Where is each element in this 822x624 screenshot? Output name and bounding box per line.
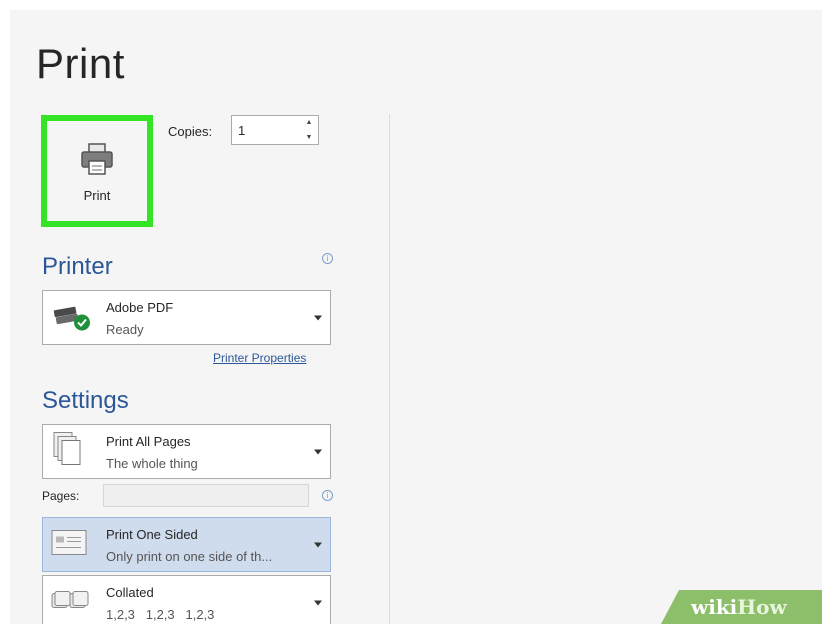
sides-title: Print One Sided [106,527,198,542]
chevron-down-icon [314,542,322,547]
info-icon[interactable]: i [322,253,333,264]
printer-name: Adobe PDF [106,300,174,315]
printer-ready-icon [50,298,94,337]
printer-properties-link[interactable]: Printer Properties [213,351,306,365]
print-button[interactable]: Print [41,115,153,227]
copies-spinner[interactable]: ▲ ▼ [231,115,319,145]
watermark-how: How [737,595,787,619]
one-sided-icon [50,527,90,562]
info-icon[interactable]: i [322,490,333,501]
pages-icon [50,430,86,473]
collation-subtitle: 1,2,3 1,2,3 1,2,3 [106,607,215,622]
collated-icon [50,587,90,618]
settings-heading: Settings [42,387,129,414]
print-button-label: Print [83,187,111,203]
print-range-subtitle: The whole thing [106,456,198,471]
sides-dropdown[interactable]: Print One Sided Only print on one side o… [42,517,331,572]
collation-title: Collated [106,585,154,600]
pages-label: Pages: [42,489,80,503]
chevron-down-icon [314,449,322,454]
print-range-title: Print All Pages [106,434,191,449]
chevron-down-icon [314,600,322,605]
printer-icon [81,142,113,175]
watermark-wiki: wiki [691,595,738,619]
wikihow-watermark: wiki How [661,590,822,624]
spin-down-icon[interactable]: ▼ [306,134,313,141]
copies-label: Copies: [168,124,213,139]
page-title: Print [36,40,125,87]
chevron-down-icon [314,315,322,320]
panel-divider [389,114,390,624]
pages-input[interactable] [103,484,309,507]
sides-subtitle: Only print on one side of th... [106,549,273,564]
collation-dropdown[interactable]: Collated 1,2,3 1,2,3 1,2,3 [42,575,331,624]
print-range-dropdown[interactable]: Print All Pages The whole thing [42,424,331,479]
spin-up-icon[interactable]: ▲ [306,119,313,126]
printer-status: Ready [106,322,144,337]
copies-input[interactable] [232,122,292,138]
printer-heading: Printer [42,253,113,280]
printer-dropdown[interactable]: Adobe PDF Ready [42,290,331,345]
copies-spin-buttons[interactable]: ▲ ▼ [304,119,314,141]
